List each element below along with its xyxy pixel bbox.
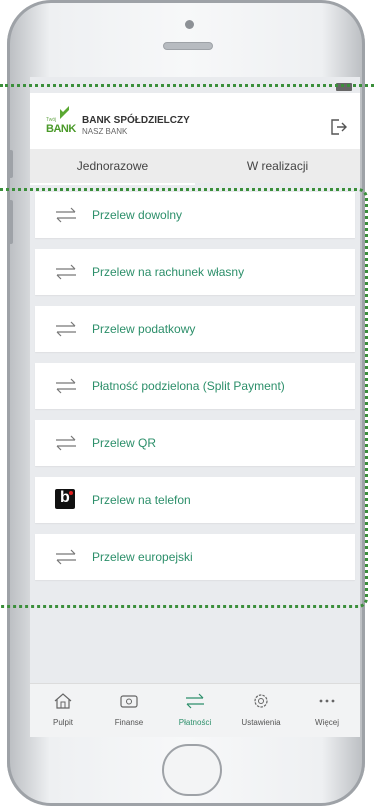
nav-item-ustawienia[interactable]: Ustawienia <box>228 684 294 737</box>
logout-icon[interactable] <box>328 117 348 137</box>
bank-name: BANK SPÓŁDZIELCZY <box>82 115 190 126</box>
nav-item-platnosci[interactable]: Płatności <box>162 684 228 737</box>
nav-label: Więcej <box>314 718 339 727</box>
bottom-nav: Pulpit Finanse Płatności Ustawienia Więc… <box>30 683 360 737</box>
phone-side-button <box>7 150 13 178</box>
nav-label: Pulpit <box>52 718 73 727</box>
nav-item-finanse[interactable]: Finanse <box>96 684 162 737</box>
app-header: Twój BANK BANK SPÓŁDZIELCZY NASZ BANK <box>30 93 360 149</box>
tab-w-realizacji[interactable]: W realizacji <box>195 149 360 183</box>
tab-jednorazowe[interactable]: Jednorazowe <box>30 149 195 185</box>
more-dots-icon <box>319 699 335 703</box>
wallet-icon <box>120 695 138 708</box>
bank-logo: Twój BANK <box>46 106 76 136</box>
logo-text: BANK <box>46 123 76 135</box>
nav-label: Finanse <box>114 718 144 727</box>
transfer-arrows-icon <box>186 693 204 709</box>
home-icon <box>54 693 72 709</box>
nav-label: Płatności <box>178 718 212 727</box>
bank-subtitle: NASZ BANK <box>82 127 128 136</box>
gear-icon <box>254 694 268 708</box>
leaf-logo-icon <box>60 106 69 119</box>
highlight-dotted-line <box>0 84 374 87</box>
phone-home-button[interactable] <box>162 744 222 796</box>
speaker-grille <box>163 42 213 50</box>
front-camera <box>185 20 194 29</box>
nav-item-pulpit[interactable]: Pulpit <box>30 684 96 737</box>
payment-tabs: Jednorazowe W realizacji <box>30 149 360 185</box>
highlight-dotted-frame <box>0 188 368 608</box>
nav-item-wiecej[interactable]: Więcej <box>294 684 360 737</box>
nav-label: Ustawienia <box>241 718 281 727</box>
